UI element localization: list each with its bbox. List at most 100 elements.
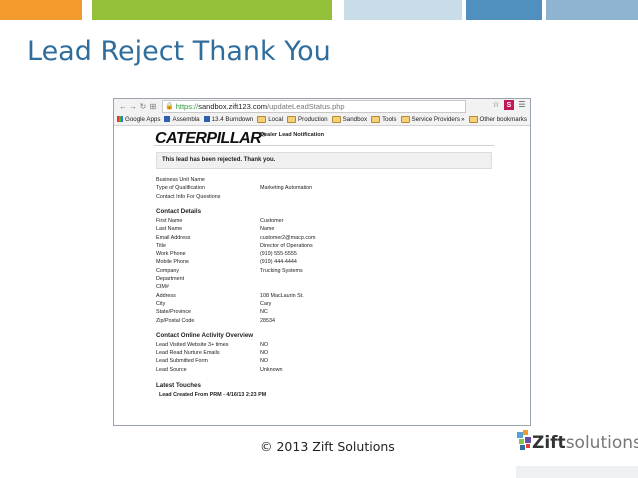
activity-overview-heading: Contact Online Activity Overview: [156, 331, 254, 339]
address-bar[interactable]: 🔒 https:// sandbox.zift123.com /updateLe…: [162, 99, 466, 113]
rejection-message: This lead has been rejected. Thank you.: [156, 152, 492, 169]
bookmark-label: Sandbox: [342, 115, 368, 123]
contact-field-value: Customer: [260, 217, 284, 224]
contact-field-value: Cary: [260, 300, 272, 307]
assembla-icon: [164, 116, 171, 122]
menu-icon[interactable]: ☰: [517, 100, 527, 110]
contact-field-label: Email Address: [156, 234, 191, 241]
apps-grid-icon[interactable]: ⊞: [148, 102, 158, 111]
burndown-icon: [203, 116, 210, 122]
contact-field-label: Last Name: [156, 226, 183, 233]
bookmark-label: Production: [298, 115, 328, 123]
page-heading: Dealer Lead Notification: [260, 132, 325, 138]
contact-field-label: City: [156, 300, 166, 307]
bookmark-google-apps[interactable]: Google Apps: [117, 116, 160, 123]
bookmark-label: 13.4 Burndown: [211, 115, 254, 123]
activity-field-label: Lead Source: [156, 366, 187, 373]
color-segment-orange: [0, 0, 82, 20]
color-segment-blue: [466, 0, 542, 20]
zift-wordmark: Ziftsolutions: [532, 433, 638, 453]
folder-icon: [400, 115, 410, 123]
browser-toolbar: ← → ↻ ⊞ 🔒 https:// sandbox.zift123.com /…: [114, 99, 530, 113]
bookmark-label: Service Providers: [411, 115, 461, 123]
contact-field-value: 28534: [260, 317, 275, 324]
contact-field-label: CIM#: [156, 284, 169, 291]
copyright-footer: © 2013 Zift Solutions: [260, 439, 395, 454]
divider: [154, 145, 494, 146]
apps-icon: [117, 116, 123, 122]
zift-logo: Ziftsolutions: [516, 428, 638, 460]
contact-field-label: First Name: [156, 217, 183, 224]
footer-strip: [516, 466, 638, 478]
bookmark-sandbox[interactable]: Sandbox: [331, 115, 368, 123]
contact-field-value: (919) 555-5555: [260, 251, 297, 258]
extension-badge[interactable]: S: [504, 100, 514, 110]
url-path: /updateLeadStatus.php: [267, 101, 345, 111]
activity-field-value: NO: [260, 358, 269, 365]
activity-field-label: Lead Submitted Form: [156, 358, 208, 365]
contact-field-value: customer2@macp.com: [260, 234, 316, 241]
color-segment-pale-blue: [344, 0, 462, 20]
back-arrow-icon[interactable]: ←: [118, 102, 128, 111]
bookmark-label: Local: [268, 115, 284, 123]
activity-field-label: Lead Visited Website 3+ times: [156, 341, 229, 348]
slide-title: Lead Reject Thank You: [27, 36, 331, 67]
bookmark-assembla[interactable]: Assembla: [164, 115, 200, 123]
color-segment-lime: [92, 0, 332, 20]
bookmark-label: Google Apps: [125, 115, 161, 123]
activity-field-value: NO: [260, 350, 269, 357]
folder-icon: [468, 115, 478, 123]
more-bookmarks-button[interactable]: »: [461, 116, 464, 123]
bookmark-service-providers[interactable]: Service Providers: [400, 115, 461, 123]
folder-icon: [331, 115, 341, 123]
bookmark-label: Assembla: [172, 115, 200, 123]
bookmark-burndown[interactable]: 13.4 Burndown: [203, 115, 254, 123]
bookmark-local[interactable]: Local: [257, 115, 284, 123]
contact-field-value: NC: [260, 309, 268, 316]
color-segment-green: [82, 0, 92, 20]
contact-details-heading: Contact Details: [156, 207, 202, 215]
forward-arrow-icon[interactable]: →: [128, 102, 138, 111]
url-host: sandbox.zift123.com: [198, 101, 268, 111]
folder-icon: [287, 115, 297, 123]
contact-field-value: 108 MacLaurin St.: [260, 292, 304, 299]
star-icon[interactable]: ☆: [491, 100, 501, 110]
activity-field-value: NO: [260, 341, 269, 348]
contact-field-value: Director of Operations: [260, 242, 313, 249]
browser-screenshot: ← → ↻ ⊞ 🔒 https:// sandbox.zift123.com /…: [113, 98, 531, 426]
bookmark-tools[interactable]: Tools: [371, 115, 397, 123]
contact-field-label: Title: [156, 242, 166, 249]
bookmark-label: Tools: [382, 115, 397, 123]
intro-field-label: Business Unit Name: [156, 177, 205, 183]
contact-field-label: Zip/Postal Code: [156, 317, 195, 324]
activity-field-label: Lead Read Nurture Emails: [156, 350, 220, 357]
bookmark-production[interactable]: Production: [287, 115, 328, 123]
contact-field-value: Name: [260, 226, 275, 233]
contact-field-label: Company: [156, 267, 180, 274]
contact-field-label: Mobile Phone: [156, 259, 189, 266]
color-segment-light-blue: [546, 0, 638, 20]
activity-field-value: Unknown: [260, 366, 283, 373]
intro-field-value: Marketing Automation: [260, 185, 313, 192]
brand-bold: Zift: [532, 433, 566, 453]
lock-icon: 🔒: [165, 103, 174, 110]
reload-icon[interactable]: ↻: [138, 102, 148, 111]
url-scheme: https://: [175, 101, 199, 111]
latest-touch-item: Lead Created From PRM - 4/16/13 2:23 PM: [159, 392, 267, 398]
latest-touches-heading: Latest Touches: [156, 382, 201, 389]
contact-field-value: (919) 444-4444: [260, 259, 297, 266]
brand-light: solutions: [565, 433, 638, 453]
contact-field-label: Work Phone: [156, 251, 186, 258]
contact-field-label: State/Province: [156, 309, 192, 316]
bookmarks-bar: Google Apps Assembla 13.4 Burndown Local…: [114, 113, 530, 126]
intro-field-label: Contact Info For Questions: [156, 193, 221, 200]
contact-field-label: Address: [156, 292, 176, 299]
bookmarks-right: » Other bookmarks: [461, 113, 527, 125]
contact-field-value: Trucking Systems: [260, 267, 303, 274]
other-bookmarks-button[interactable]: Other bookmarks: [480, 116, 527, 123]
color-segment-gap: [332, 0, 344, 20]
contact-field-label: Department: [156, 276, 185, 282]
intro-field-label: Type of Qualification: [156, 185, 205, 192]
toolbar-right: ☆ S ☰: [491, 100, 527, 110]
folder-icon: [371, 115, 381, 123]
